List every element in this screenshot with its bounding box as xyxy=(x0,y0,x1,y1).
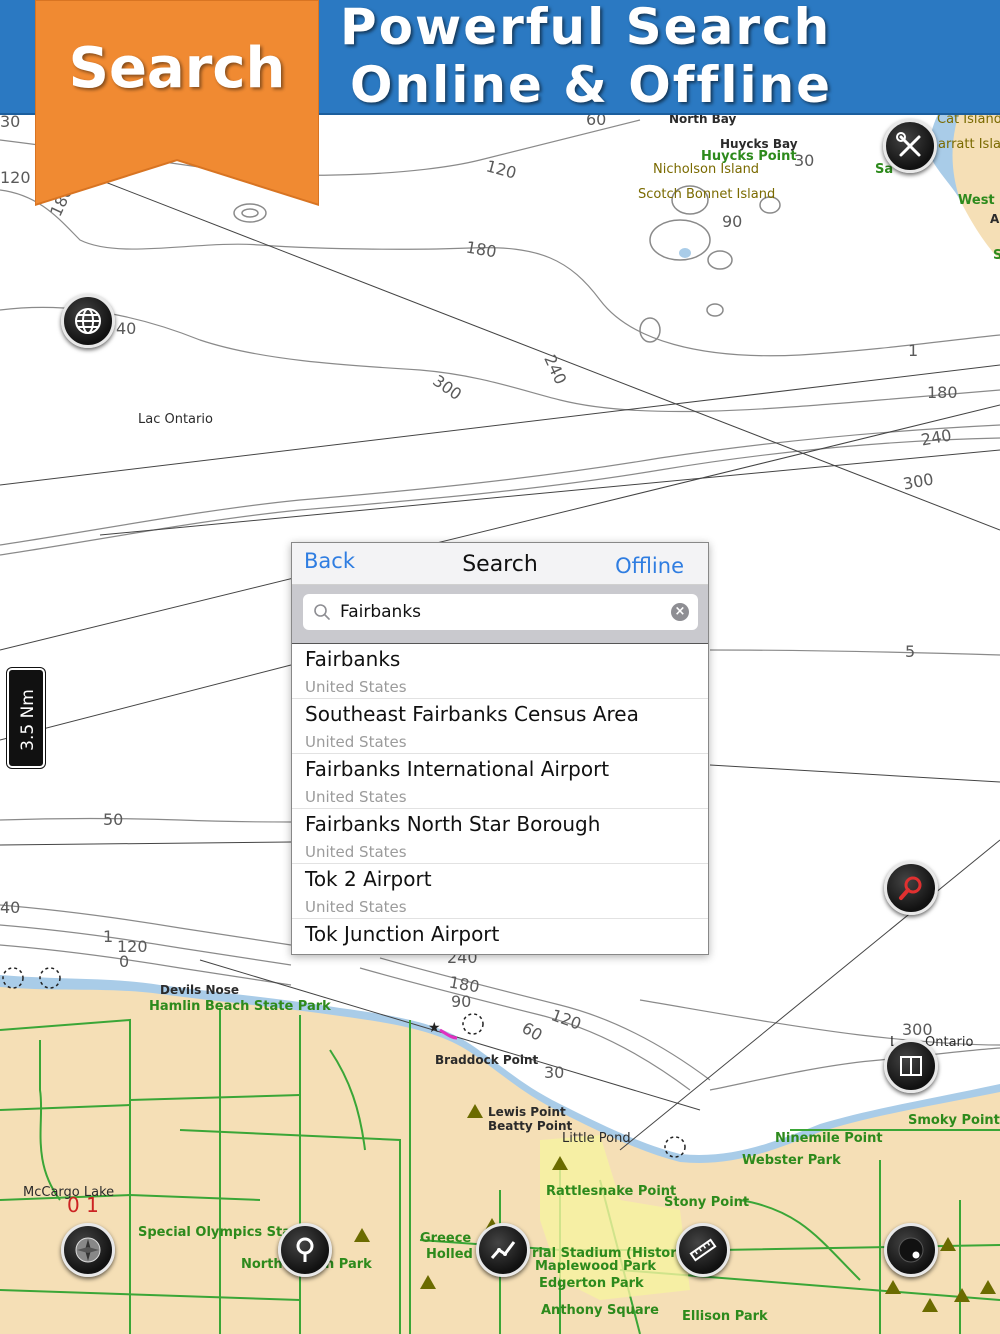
result-item[interactable]: Tok Junction Airport xyxy=(292,919,708,974)
depth-label: 40 xyxy=(116,319,137,338)
headline-line2: Online & Offline xyxy=(350,56,833,114)
search-nav-bar: Back Search Offline xyxy=(292,543,708,585)
map-label: Holled xyxy=(426,1247,473,1262)
globe-button[interactable] xyxy=(61,294,115,348)
search-field[interactable]: × xyxy=(303,594,698,630)
map-label: Devils Nose xyxy=(160,983,240,997)
map-label: Webster Park xyxy=(742,1153,841,1168)
book-button[interactable] xyxy=(884,1039,938,1093)
search-panel: Back Search Offline × Fairbanks United S… xyxy=(291,542,709,955)
route-icon xyxy=(490,1241,516,1259)
headline-line1: Powerful Search xyxy=(340,0,832,56)
map-label: Special Olympics Sta xyxy=(138,1225,292,1240)
result-subtitle: United States xyxy=(305,843,407,861)
map-label: Lewis Point xyxy=(488,1105,566,1119)
location-pin-icon xyxy=(296,1237,314,1262)
result-item[interactable]: Fairbanks International Airport United S… xyxy=(292,754,708,809)
map-label: Nicholson Island xyxy=(653,162,760,177)
scale-bar: 3.5 Nm xyxy=(7,668,45,768)
depth-label: 300 xyxy=(902,1020,933,1039)
map-label: Beatty Point xyxy=(488,1119,573,1133)
search-results-list: Fairbanks United States Southeast Fairba… xyxy=(292,643,708,974)
map-label: Ninemile Point xyxy=(775,1131,883,1146)
offline-button[interactable]: Offline xyxy=(615,554,684,578)
depth-label: 90 xyxy=(722,212,743,231)
depth-label: 180 xyxy=(927,383,958,402)
depth-label: 30 xyxy=(544,1063,565,1082)
depth-label: 90 xyxy=(451,992,472,1011)
search-bar: × xyxy=(292,585,708,643)
depth-label: 1 xyxy=(908,341,919,360)
globe-icon xyxy=(75,308,101,334)
result-title: Fairbanks International Airport xyxy=(305,757,610,781)
result-title: Fairbanks xyxy=(305,647,401,671)
map-label: Hamlin Beach State Park xyxy=(149,999,331,1014)
depth-label: 0 xyxy=(119,952,130,971)
map-label: Maplewood Park xyxy=(535,1259,656,1274)
result-title: Fairbanks North Star Borough xyxy=(305,812,601,836)
result-item[interactable]: Southeast Fairbanks Census Area United S… xyxy=(292,699,708,754)
depth-label: 30 xyxy=(794,151,815,170)
result-title: Tok Junction Airport xyxy=(305,922,500,946)
search-ribbon xyxy=(35,0,319,207)
scale-label: 3.5 Nm xyxy=(18,689,38,751)
clear-icon[interactable]: × xyxy=(671,603,689,621)
map-label: S xyxy=(993,248,1000,263)
map-label: West I xyxy=(958,193,1000,208)
ribbon-label: Search xyxy=(68,36,286,101)
search-button[interactable] xyxy=(884,861,938,915)
ruler-icon xyxy=(689,1238,717,1262)
map-label: Edgerton Park xyxy=(539,1276,644,1291)
depth-label: 50 xyxy=(103,810,124,829)
result-subtitle: United States xyxy=(305,898,407,916)
result-item[interactable]: Tok 2 Airport United States xyxy=(292,864,708,919)
map-label: arratt Islar xyxy=(938,137,1000,152)
depth-label: 1 xyxy=(103,927,114,946)
pin-button[interactable] xyxy=(278,1223,332,1277)
result-subtitle: United States xyxy=(305,678,407,696)
book-icon xyxy=(900,1056,922,1076)
result-item[interactable]: Fairbanks North Star Borough United Stat… xyxy=(292,809,708,864)
map-label: Braddock Point xyxy=(435,1053,539,1067)
record-button[interactable] xyxy=(884,1223,938,1277)
map-label: North xyxy=(241,1257,283,1272)
depth-label: 5 xyxy=(905,642,916,661)
wrench-screwdriver-icon xyxy=(896,132,921,157)
depth-label: 40 xyxy=(0,898,21,917)
record-icon xyxy=(898,1237,924,1263)
depth-label: 120 xyxy=(0,168,31,187)
map-label: Rattlesnake Point xyxy=(546,1184,677,1199)
result-item[interactable]: Fairbanks United States xyxy=(292,644,708,699)
map-label: Greece xyxy=(420,1231,472,1246)
map-label: Lac Ontario xyxy=(138,412,213,427)
map-label: n Park xyxy=(325,1257,372,1272)
compass-button[interactable] xyxy=(61,1223,115,1277)
result-title: Tok 2 Airport xyxy=(305,867,432,891)
map-label: Scotch Bonnet Island xyxy=(638,187,776,202)
map-marker-label: 0 1 xyxy=(67,1193,99,1217)
map-label: A xyxy=(990,212,1000,226)
map-label: Stony Point xyxy=(664,1195,750,1210)
result-subtitle: United States xyxy=(305,733,407,751)
svg-text:★: ★ xyxy=(428,1020,441,1036)
route-button[interactable] xyxy=(476,1223,530,1277)
compass-icon xyxy=(75,1237,101,1263)
map-label: Anthony Square xyxy=(541,1303,659,1318)
result-title: Southeast Fairbanks Census Area xyxy=(305,702,639,726)
search-icon xyxy=(899,876,922,900)
result-subtitle: United States xyxy=(305,788,407,806)
search-input[interactable] xyxy=(340,600,660,624)
map-label: Ellison Park xyxy=(682,1309,768,1324)
map-label: Little Pond xyxy=(562,1131,631,1146)
ruler-button[interactable] xyxy=(676,1223,730,1277)
map-label: Smoky Point xyxy=(908,1113,1000,1128)
tools-button[interactable] xyxy=(883,119,937,173)
magnifier-icon xyxy=(314,604,330,620)
